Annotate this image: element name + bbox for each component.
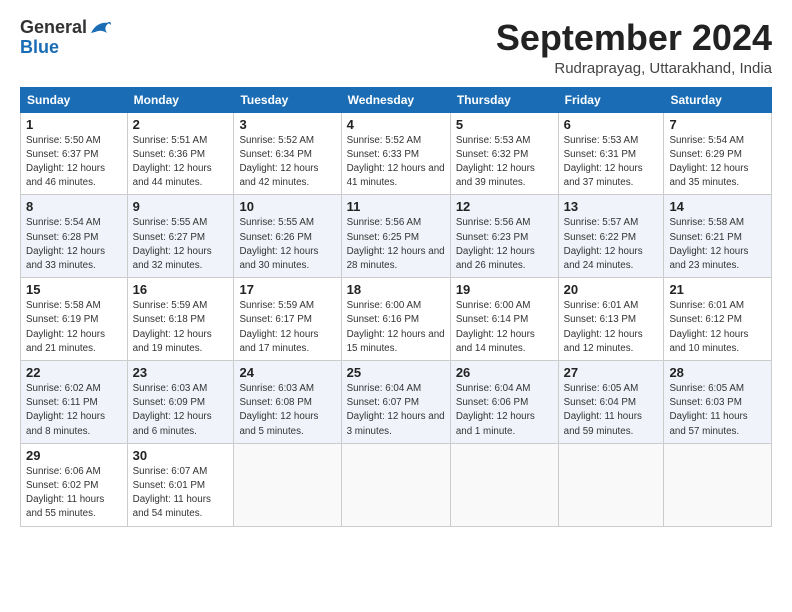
table-row: 12 Sunrise: 5:56 AMSunset: 6:23 PMDaylig… (450, 195, 558, 278)
table-row: 18 Sunrise: 6:00 AMSunset: 6:16 PMDaylig… (341, 278, 450, 361)
table-row: 15 Sunrise: 5:58 AMSunset: 6:19 PMDaylig… (21, 278, 128, 361)
table-row: 28 Sunrise: 6:05 AMSunset: 6:03 PMDaylig… (664, 361, 772, 444)
col-saturday: Saturday (664, 87, 772, 112)
table-row: 14 Sunrise: 5:58 AMSunset: 6:21 PMDaylig… (664, 195, 772, 278)
empty-cell (450, 443, 558, 526)
table-row: 13 Sunrise: 5:57 AMSunset: 6:22 PMDaylig… (558, 195, 664, 278)
col-wednesday: Wednesday (341, 87, 450, 112)
calendar-week-row: 8 Sunrise: 5:54 AMSunset: 6:28 PMDayligh… (21, 195, 772, 278)
col-tuesday: Tuesday (234, 87, 341, 112)
col-sunday: Sunday (21, 87, 128, 112)
table-row: 7 Sunrise: 5:54 AMSunset: 6:29 PMDayligh… (664, 112, 772, 195)
logo-general: General (20, 18, 111, 38)
table-row: 10 Sunrise: 5:55 AMSunset: 6:26 PMDaylig… (234, 195, 341, 278)
calendar-week-row: 15 Sunrise: 5:58 AMSunset: 6:19 PMDaylig… (21, 278, 772, 361)
table-row: 24 Sunrise: 6:03 AMSunset: 6:08 PMDaylig… (234, 361, 341, 444)
table-row: 17 Sunrise: 5:59 AMSunset: 6:17 PMDaylig… (234, 278, 341, 361)
table-row: 6 Sunrise: 5:53 AMSunset: 6:31 PMDayligh… (558, 112, 664, 195)
empty-cell (234, 443, 341, 526)
table-row: 5 Sunrise: 5:53 AMSunset: 6:32 PMDayligh… (450, 112, 558, 195)
location: Rudraprayag, Uttarakhand, India (496, 60, 772, 77)
month-title: September 2024 (496, 18, 772, 58)
empty-cell (341, 443, 450, 526)
table-row: 2 Sunrise: 5:51 AMSunset: 6:36 PMDayligh… (127, 112, 234, 195)
col-friday: Friday (558, 87, 664, 112)
logo: General Blue (20, 18, 111, 58)
table-row: 29 Sunrise: 6:06 AMSunset: 6:02 PMDaylig… (21, 443, 128, 526)
table-row: 23 Sunrise: 6:03 AMSunset: 6:09 PMDaylig… (127, 361, 234, 444)
table-row: 27 Sunrise: 6:05 AMSunset: 6:04 PMDaylig… (558, 361, 664, 444)
table-row: 1 Sunrise: 5:50 AMSunset: 6:37 PMDayligh… (21, 112, 128, 195)
calendar-header-row: Sunday Monday Tuesday Wednesday Thursday… (21, 87, 772, 112)
table-row: 22 Sunrise: 6:02 AMSunset: 6:11 PMDaylig… (21, 361, 128, 444)
table-row: 8 Sunrise: 5:54 AMSunset: 6:28 PMDayligh… (21, 195, 128, 278)
calendar-week-row: 22 Sunrise: 6:02 AMSunset: 6:11 PMDaylig… (21, 361, 772, 444)
bird-icon (89, 19, 111, 37)
empty-cell (664, 443, 772, 526)
table-row: 20 Sunrise: 6:01 AMSunset: 6:13 PMDaylig… (558, 278, 664, 361)
col-monday: Monday (127, 87, 234, 112)
header: General Blue September 2024 Rudraprayag,… (20, 18, 772, 77)
title-block: September 2024 Rudraprayag, Uttarakhand,… (496, 18, 772, 77)
table-row: 19 Sunrise: 6:00 AMSunset: 6:14 PMDaylig… (450, 278, 558, 361)
table-row: 11 Sunrise: 5:56 AMSunset: 6:25 PMDaylig… (341, 195, 450, 278)
table-row: 26 Sunrise: 6:04 AMSunset: 6:06 PMDaylig… (450, 361, 558, 444)
table-row: 25 Sunrise: 6:04 AMSunset: 6:07 PMDaylig… (341, 361, 450, 444)
table-row: 21 Sunrise: 6:01 AMSunset: 6:12 PMDaylig… (664, 278, 772, 361)
table-row: 9 Sunrise: 5:55 AMSunset: 6:27 PMDayligh… (127, 195, 234, 278)
logo-blue: Blue (20, 38, 111, 58)
empty-cell (558, 443, 664, 526)
table-row: 3 Sunrise: 5:52 AMSunset: 6:34 PMDayligh… (234, 112, 341, 195)
table-row: 4 Sunrise: 5:52 AMSunset: 6:33 PMDayligh… (341, 112, 450, 195)
calendar-week-row: 29 Sunrise: 6:06 AMSunset: 6:02 PMDaylig… (21, 443, 772, 526)
calendar-table: Sunday Monday Tuesday Wednesday Thursday… (20, 87, 772, 527)
table-row: 30 Sunrise: 6:07 AMSunset: 6:01 PMDaylig… (127, 443, 234, 526)
page: General Blue September 2024 Rudraprayag,… (0, 0, 792, 612)
calendar-week-row: 1 Sunrise: 5:50 AMSunset: 6:37 PMDayligh… (21, 112, 772, 195)
table-row: 16 Sunrise: 5:59 AMSunset: 6:18 PMDaylig… (127, 278, 234, 361)
col-thursday: Thursday (450, 87, 558, 112)
